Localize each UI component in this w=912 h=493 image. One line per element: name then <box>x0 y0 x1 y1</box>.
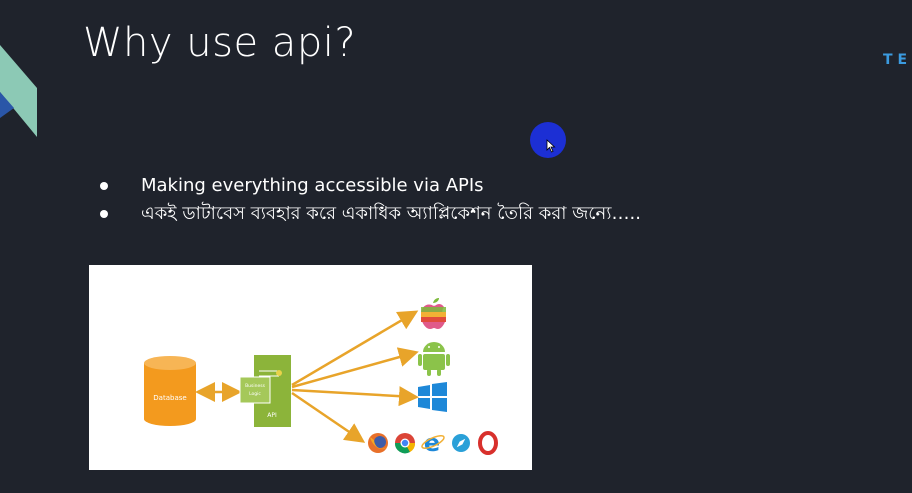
database-icon <box>144 356 196 426</box>
opera-icon <box>478 431 498 455</box>
bullet-list: Making everything accessible via APIs এক… <box>98 172 641 228</box>
apple-icon <box>421 298 446 329</box>
bullet-item: একই ডাটাবেস ব্যবহার করে একাধিক অ্যাপ্লিক… <box>98 200 641 228</box>
bullet-text: Making everything accessible via APIs <box>141 175 484 196</box>
firefox-icon <box>368 433 388 453</box>
bullet-text: একই ডাটাবেস ব্যবহার করে একাধিক অ্যাপ্লিক… <box>141 203 641 224</box>
corner-decoration <box>0 45 37 137</box>
ie-icon: e <box>421 429 445 457</box>
windows-icon <box>418 382 447 412</box>
business-logic-label: Logic <box>249 391 261 397</box>
business-logic-label: Business <box>245 383 265 389</box>
chrome-icon <box>394 433 416 454</box>
bullet-dot <box>100 182 108 190</box>
api-diagram: Database Business Logic API e <box>89 265 532 470</box>
slide-title: Why use api? <box>83 20 357 66</box>
fanout-arrows <box>291 310 419 443</box>
bullet-dot <box>100 210 108 218</box>
bullet-item: Making everything accessible via APIs <box>98 172 641 200</box>
mouse-cursor-icon <box>546 139 556 153</box>
api-label: API <box>267 412 277 419</box>
api-box <box>239 355 291 427</box>
brand-text: TEC <box>883 52 912 68</box>
safari-icon <box>452 434 470 452</box>
database-label: Database <box>153 394 186 402</box>
svg-text:e: e <box>424 429 440 457</box>
android-icon <box>418 342 450 376</box>
